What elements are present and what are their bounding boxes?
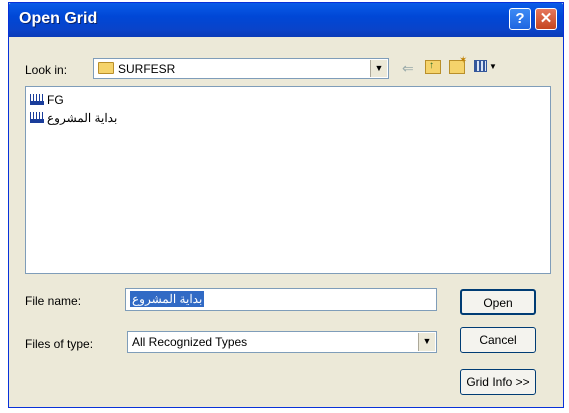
file-name-label: File name:	[25, 294, 82, 308]
up-folder-icon[interactable]: ↑	[425, 60, 441, 74]
help-button[interactable]: ?	[509, 8, 531, 30]
file-type-value: All Recognized Types	[132, 335, 248, 349]
file-item-project-start[interactable]: بداية المشروع	[30, 111, 117, 125]
view-menu-icon[interactable]: ▼	[474, 60, 497, 74]
grid-file-icon	[30, 112, 44, 124]
cancel-button[interactable]: Cancel	[460, 327, 536, 353]
back-icon[interactable]: ⇐	[402, 60, 414, 77]
new-folder-icon[interactable]: ✶	[449, 55, 467, 74]
look-in-label: Look in:	[25, 63, 68, 77]
file-name-field[interactable]: بداية المشروع	[125, 288, 437, 311]
folder-icon	[98, 62, 114, 74]
chevron-down-icon[interactable]: ▼	[418, 333, 435, 351]
file-type-dropdown[interactable]: All Recognized Types ▼	[127, 331, 437, 353]
file-name-value[interactable]: بداية المشروع	[130, 291, 205, 307]
window-title: Open Grid	[19, 10, 98, 27]
look-in-dropdown[interactable]: SURFESR ▼	[93, 58, 389, 79]
file-name-text: FG	[47, 93, 64, 107]
open-grid-dialog: Open Grid ? ✕ Look in: SURFESR ▼ ⇐ ↑ ✶ ▼…	[8, 2, 564, 408]
file-item-fg[interactable]: FG	[30, 93, 64, 107]
look-in-value: SURFESR	[118, 62, 176, 76]
file-name-text: بداية المشروع	[47, 111, 118, 125]
chevron-down-icon[interactable]: ▼	[370, 60, 387, 77]
grid-file-icon	[30, 94, 44, 106]
file-type-label: Files of type:	[25, 337, 94, 351]
file-list[interactable]: FG بداية المشروع	[25, 86, 551, 274]
close-button[interactable]: ✕	[535, 8, 557, 30]
title-bar[interactable]: Open Grid ? ✕	[9, 3, 563, 37]
open-button[interactable]: Open	[460, 289, 536, 315]
grid-info-button[interactable]: Grid Info >>	[460, 369, 536, 395]
